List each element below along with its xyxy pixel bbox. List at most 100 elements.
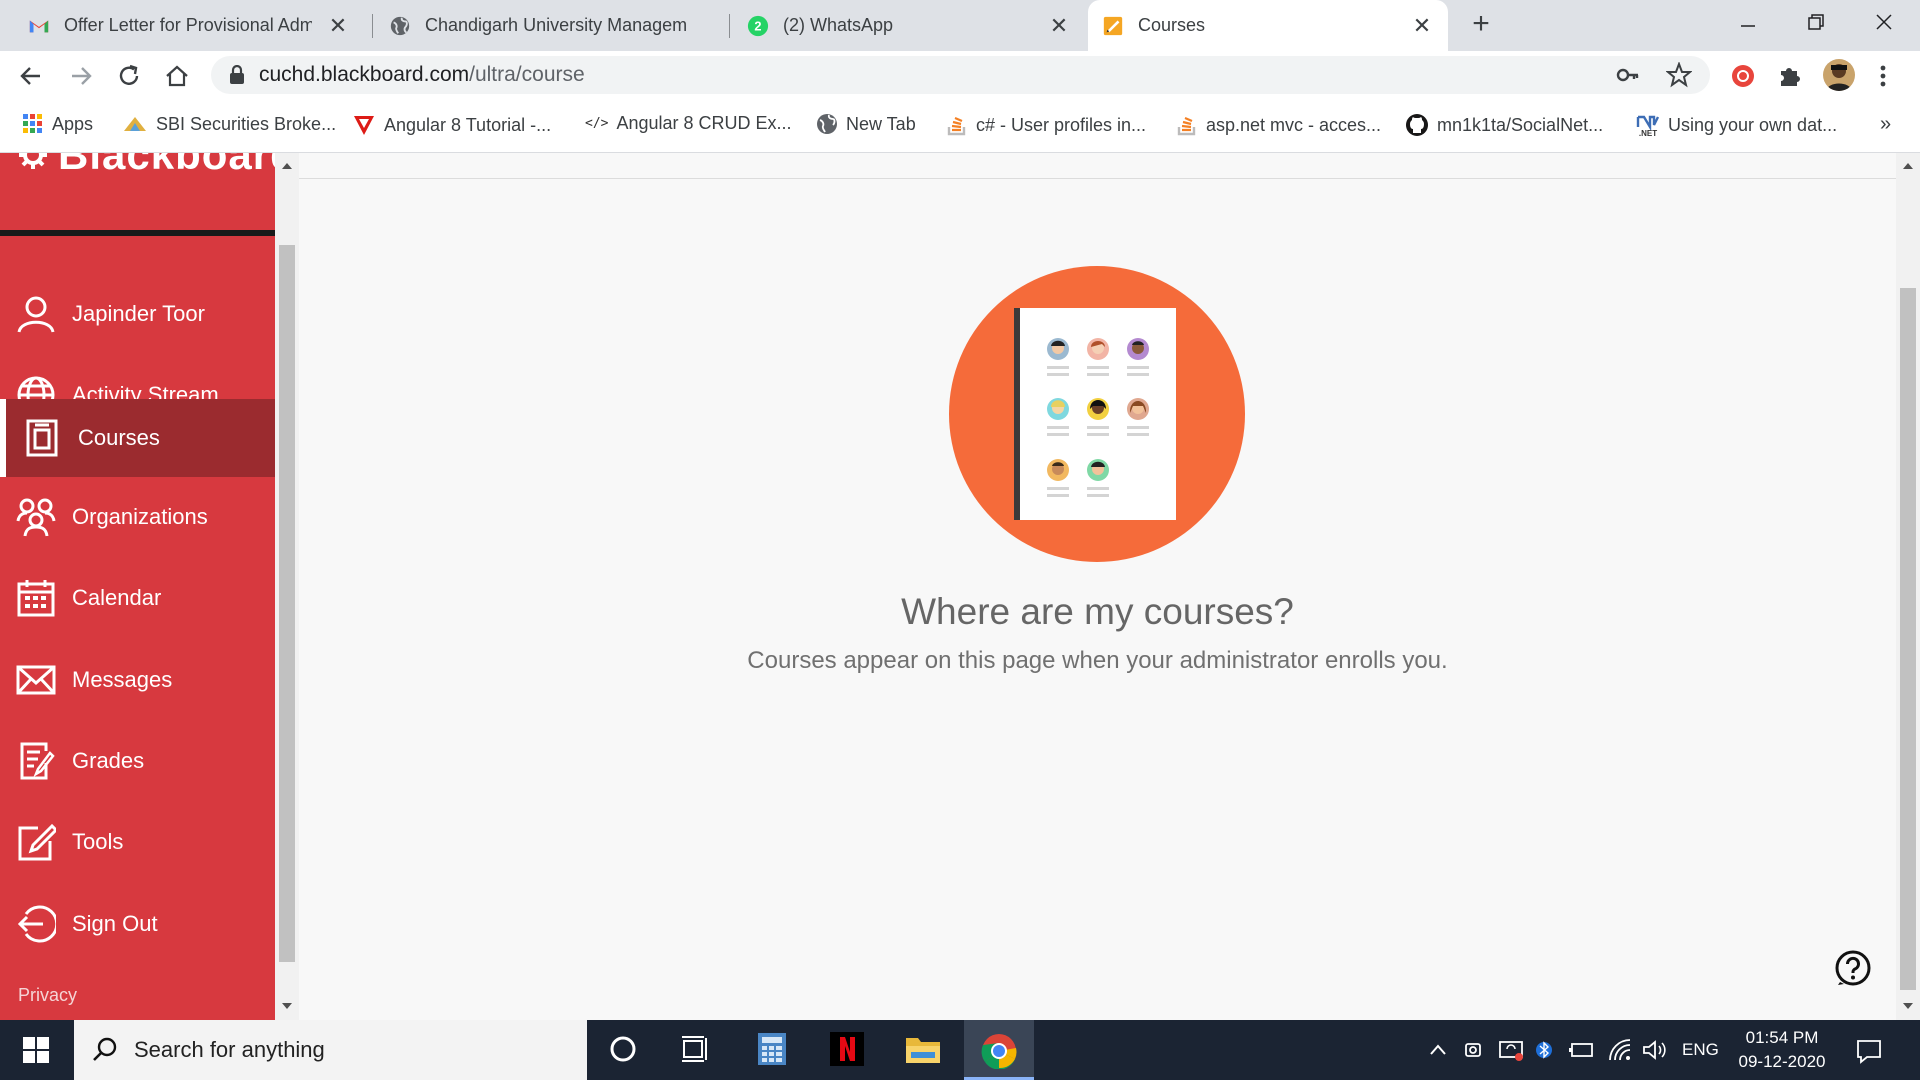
sidebar-item-calendar[interactable]: Calendar	[0, 559, 275, 637]
bookmark-angular-crud[interactable]: </> Angular 8 CRUD Ex...	[585, 113, 792, 134]
tab-offer-letter[interactable]: Offer Letter for Provisional Admis ✕	[14, 0, 364, 51]
tray-language[interactable]: ENG	[1682, 1040, 1719, 1060]
search-placeholder: Search for anything	[134, 1037, 325, 1062]
privacy-link[interactable]: Privacy	[18, 985, 77, 1006]
sidebar-item-label: Messages	[72, 667, 173, 692]
blackboard-logo-icon	[19, 153, 47, 169]
tray-screen-capture[interactable]	[1498, 1037, 1524, 1063]
cortana-button[interactable]	[608, 1034, 638, 1064]
close-window-button[interactable]	[1872, 10, 1896, 34]
restore-button[interactable]	[1804, 10, 1828, 34]
tab-chandigarh-university[interactable]: Chandigarh University Managem	[375, 0, 725, 51]
tray-meet-now[interactable]	[1464, 1038, 1486, 1062]
tray-volume[interactable]	[1641, 1038, 1669, 1062]
brand-logo[interactable]: Blackboard	[18, 153, 275, 179]
taskbar-file-explorer[interactable]	[905, 1033, 941, 1065]
task-view-button[interactable]	[680, 1034, 712, 1064]
envelope-icon	[16, 665, 56, 695]
home-button[interactable]	[164, 63, 190, 89]
action-center-button[interactable]	[1855, 1037, 1883, 1065]
tray-bluetooth[interactable]	[1536, 1037, 1552, 1063]
new-tab-button[interactable]: +	[1466, 9, 1496, 40]
bookmark-using-your-own-data[interactable]: .NET Using your own dat...	[1636, 113, 1837, 137]
tab-title: (2) WhatsApp	[783, 15, 894, 35]
page-scrollbar[interactable]	[1896, 153, 1920, 1020]
sidebar-item-organizations[interactable]: Organizations	[0, 478, 275, 556]
wifi-icon	[1609, 1039, 1631, 1061]
globe-icon	[390, 16, 410, 35]
password-key-button[interactable]	[1616, 64, 1640, 86]
bookmark-apps[interactable]: Apps	[22, 113, 93, 135]
sidebar-item-tools[interactable]: Tools	[0, 803, 275, 881]
url-path: /ultra/course	[469, 63, 585, 86]
minimize-button[interactable]	[1736, 14, 1760, 38]
empty-courses-illustration	[949, 266, 1245, 562]
lock-icon	[230, 65, 244, 84]
tab-courses[interactable]: Courses ✕	[1088, 0, 1448, 51]
back-button[interactable]	[18, 63, 44, 89]
bookmark-label: Angular 8 CRUD Ex...	[616, 113, 792, 133]
bookmark-csharp-user-profiles[interactable]: c# - User profiles in...	[946, 113, 1146, 137]
bookmark-star-button[interactable]	[1666, 62, 1692, 88]
profile-avatar[interactable]	[1823, 59, 1855, 91]
sidebar-item-sign-out[interactable]: Sign Out	[0, 885, 275, 963]
tab-close-icon[interactable]: ✕	[1047, 13, 1071, 39]
tray-wifi[interactable]	[1608, 1038, 1634, 1062]
bookmark-aspnet-mvc[interactable]: asp.net mvc - acces...	[1176, 113, 1381, 137]
address-bar[interactable]: cuchd.blackboard.com/ultra/course	[211, 56, 1710, 94]
browser-menu-button[interactable]	[1878, 63, 1888, 89]
tab-close-icon[interactable]: ✕	[1410, 13, 1434, 39]
code-icon: </>	[585, 116, 609, 131]
sidebar-item-grades[interactable]: Grades	[0, 722, 275, 800]
scroll-down-arrow-icon[interactable]	[1902, 1001, 1914, 1011]
extension-button[interactable]	[1730, 63, 1756, 89]
url-host: cuchd.blackboard.com	[259, 63, 470, 86]
empty-state-subtext: Courses appear on this page when your ad…	[747, 647, 1448, 674]
taskbar-calculator[interactable]	[756, 1032, 788, 1066]
sidebar-item-label: Calendar	[72, 585, 162, 610]
bookmark-github-socialnet[interactable]: mn1k1ta/SocialNet...	[1405, 113, 1603, 137]
bookmark-label: Apps	[52, 113, 94, 134]
puzzle-icon	[1781, 68, 1800, 86]
tray-overflow-button[interactable]	[1428, 1040, 1448, 1060]
tray-battery[interactable]	[1568, 1039, 1594, 1061]
tab-whatsapp[interactable]: 2 (2) WhatsApp ✕	[733, 0, 1085, 51]
sidebar-item-messages[interactable]: Messages	[0, 641, 275, 719]
sidebar-item-label: Organizations	[72, 504, 208, 529]
gmail-icon	[29, 20, 49, 32]
bookmark-label: asp.net mvc - acces...	[1206, 114, 1382, 135]
bookmark-label: Angular 8 Tutorial -...	[384, 114, 552, 135]
taskbar-search-box[interactable]: Search for anything	[74, 1020, 587, 1080]
tab-close-icon[interactable]: ✕	[326, 13, 350, 39]
extension-red-icon	[1732, 65, 1754, 87]
scroll-up-arrow-icon[interactable]	[281, 161, 293, 171]
avatar-icon	[1826, 64, 1852, 91]
sidebar-item-profile[interactable]: Japinder Toor	[0, 275, 275, 353]
extensions-menu-button[interactable]	[1777, 63, 1803, 89]
scroll-down-arrow-icon[interactable]	[281, 1001, 293, 1011]
netflix-icon	[830, 1032, 864, 1066]
blackboard-icon	[1103, 16, 1123, 35]
bookmark-angular-tutorial[interactable]: Angular 8 Tutorial -...	[352, 113, 551, 137]
browser-toolbar: cuchd.blackboard.com/ultra/course	[0, 51, 1920, 99]
brand-name: Blackboard	[58, 153, 275, 178]
scroll-up-arrow-icon[interactable]	[1902, 161, 1914, 171]
tray-clock[interactable]: 01:54 PM 09-12-2020	[1734, 1026, 1830, 1074]
sign-out-icon	[17, 905, 56, 943]
sidebar-item-courses[interactable]: Courses	[0, 399, 275, 477]
start-button[interactable]	[0, 1020, 72, 1080]
taskbar-chrome[interactable]	[964, 1020, 1034, 1080]
bookmarks-overflow-button[interactable]: »	[1880, 113, 1891, 136]
help-button[interactable]	[1834, 949, 1872, 987]
bookmark-sbi-securities[interactable]: SBI Securities Broke...	[122, 113, 336, 135]
reload-button[interactable]	[116, 63, 142, 89]
taskbar-netflix[interactable]	[830, 1032, 864, 1066]
chevron-up-icon	[1430, 1044, 1446, 1055]
forward-button[interactable]	[68, 63, 94, 89]
scrollbar-thumb[interactable]	[1900, 288, 1916, 990]
bookmark-new-tab[interactable]: New Tab	[816, 113, 916, 135]
sidebar-scrollbar[interactable]	[275, 153, 299, 1020]
scrollbar-thumb[interactable]	[279, 245, 295, 962]
sbi-icon	[124, 117, 146, 131]
stackoverflow-icon	[1177, 116, 1196, 136]
